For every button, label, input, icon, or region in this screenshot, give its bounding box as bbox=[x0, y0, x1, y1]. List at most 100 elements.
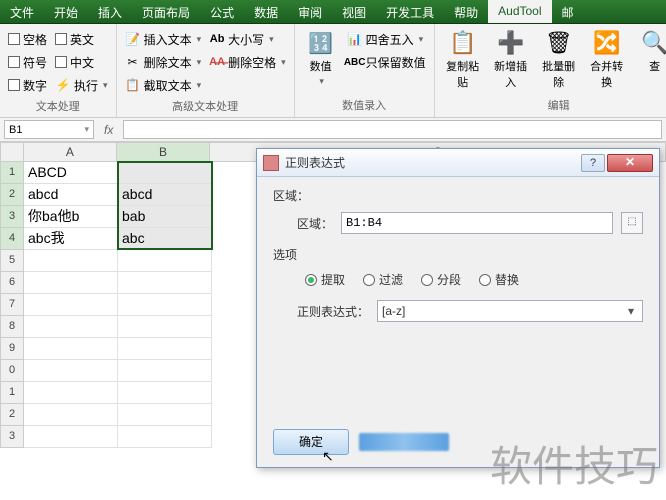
copy-paste-button[interactable]: 📋复制粘贴 bbox=[441, 28, 485, 92]
cell-a4[interactable]: abc我 bbox=[24, 228, 118, 250]
delete-text-button[interactable]: ✂删除文本▾ bbox=[123, 51, 204, 73]
chk-space[interactable]: 空格 bbox=[6, 28, 49, 50]
cell[interactable] bbox=[24, 426, 118, 448]
cell-a3[interactable]: 你ba他b bbox=[24, 206, 118, 228]
cell[interactable] bbox=[24, 382, 118, 404]
cell-b2[interactable]: abcd bbox=[118, 184, 212, 206]
keep-number-button[interactable]: ABC只保留数值 bbox=[345, 51, 428, 73]
row-header-7[interactable]: 7 bbox=[0, 294, 24, 316]
cell-b3[interactable]: bab bbox=[118, 206, 212, 228]
trim-icon: A̶A̶ bbox=[209, 54, 225, 70]
cell-a1[interactable]: ABCD bbox=[24, 162, 118, 184]
insert-text-icon: 📝 bbox=[125, 31, 141, 47]
col-header-a[interactable]: A bbox=[24, 142, 117, 162]
dialog-help-button[interactable]: ? bbox=[581, 154, 605, 172]
tab-review[interactable]: 审阅 bbox=[288, 0, 332, 23]
cell[interactable] bbox=[24, 338, 118, 360]
radio-segment[interactable]: 分段 bbox=[421, 271, 461, 288]
add-insert-button[interactable]: ➕新增插入 bbox=[489, 28, 533, 92]
dialog-close-button[interactable]: ✕ bbox=[607, 154, 653, 172]
cell[interactable] bbox=[118, 272, 212, 294]
cell[interactable] bbox=[118, 382, 212, 404]
row-header-10[interactable]: 0 bbox=[0, 360, 24, 382]
insert-text-button[interactable]: 📝插入文本▾ bbox=[123, 28, 204, 50]
group-number-label: 数值录入 bbox=[301, 95, 428, 113]
row-header-4[interactable]: 4 bbox=[0, 228, 24, 250]
merge-icon: 🔀 bbox=[591, 30, 623, 56]
cell-a2[interactable]: abcd bbox=[24, 184, 118, 206]
regex-combo[interactable]: [a-z] ▾ bbox=[377, 300, 643, 322]
keepnum-icon: ABC bbox=[347, 54, 363, 70]
row-header-12[interactable]: 2 bbox=[0, 404, 24, 426]
delete-text-icon: ✂ bbox=[125, 54, 141, 70]
row-header-13[interactable]: 3 bbox=[0, 426, 24, 448]
delete-icon: 🗑 bbox=[543, 30, 575, 56]
row-header-8[interactable]: 8 bbox=[0, 316, 24, 338]
row-header-2[interactable]: 2 bbox=[0, 184, 24, 206]
number-button[interactable]: 🔢 数值▾ bbox=[301, 28, 341, 89]
tab-view[interactable]: 视图 bbox=[332, 0, 376, 23]
tab-mail[interactable]: 邮 bbox=[552, 0, 584, 23]
merge-convert-button[interactable]: 🔀合并转换 bbox=[585, 28, 629, 92]
name-box[interactable]: B1▾ bbox=[4, 120, 94, 139]
tab-insert[interactable]: 插入 bbox=[88, 0, 132, 23]
chk-chinese[interactable]: 中文 bbox=[53, 51, 110, 73]
tab-file[interactable]: 文件 bbox=[0, 0, 44, 23]
radio-extract[interactable]: 提取 bbox=[305, 271, 345, 288]
dialog-titlebar[interactable]: 正则表达式 ? ✕ bbox=[257, 149, 659, 177]
tab-home[interactable]: 开始 bbox=[44, 0, 88, 23]
row-header-11[interactable]: 1 bbox=[0, 382, 24, 404]
formula-bar: B1▾ fx bbox=[0, 118, 666, 142]
fx-icon[interactable]: fx bbox=[98, 123, 119, 137]
col-header-b[interactable]: B bbox=[117, 142, 210, 162]
options-section-label: 选项 bbox=[273, 246, 643, 263]
cell[interactable] bbox=[118, 338, 212, 360]
case-button[interactable]: Ab大小写▾ bbox=[207, 28, 288, 50]
chevron-down-icon[interactable]: ▾ bbox=[624, 304, 638, 318]
tab-help[interactable]: 帮助 bbox=[444, 0, 488, 23]
ok-button[interactable]: 确定 ↖ bbox=[273, 429, 349, 455]
chk-english[interactable]: 英文 bbox=[53, 28, 110, 50]
select-all-corner[interactable] bbox=[0, 142, 24, 162]
cell[interactable] bbox=[118, 316, 212, 338]
group-edit-label: 编辑 bbox=[441, 95, 666, 113]
cell[interactable] bbox=[118, 404, 212, 426]
trim-space-button[interactable]: A̶A̶删除空格▾ bbox=[207, 51, 288, 73]
row-header-3[interactable]: 3 bbox=[0, 206, 24, 228]
batch-delete-button[interactable]: 🗑批量删除 bbox=[537, 28, 581, 92]
row-header-9[interactable]: 9 bbox=[0, 338, 24, 360]
cell[interactable] bbox=[118, 360, 212, 382]
formula-input[interactable] bbox=[123, 120, 662, 139]
cell[interactable] bbox=[24, 294, 118, 316]
tab-formula[interactable]: 公式 bbox=[200, 0, 244, 23]
execute-button[interactable]: ⚡执行▾ bbox=[53, 74, 110, 96]
region-ref-button[interactable]: ⬚ bbox=[621, 212, 643, 234]
tab-audtool[interactable]: AudTool bbox=[488, 0, 551, 23]
radio-filter[interactable]: 过滤 bbox=[363, 271, 403, 288]
round-button[interactable]: 📊四舍五入▾ bbox=[345, 28, 428, 50]
cell[interactable] bbox=[118, 426, 212, 448]
radio-replace[interactable]: 替换 bbox=[479, 271, 519, 288]
tab-data[interactable]: 数据 bbox=[244, 0, 288, 23]
cell[interactable] bbox=[24, 272, 118, 294]
chk-number[interactable]: 数字 bbox=[6, 74, 49, 96]
tab-dev[interactable]: 开发工具 bbox=[376, 0, 444, 23]
ribbon: 空格 符号 数字 英文 中文 ⚡执行▾ 文本处理 📝插入文本▾ ✂删除文本▾ 📋… bbox=[0, 24, 666, 118]
cell[interactable] bbox=[118, 294, 212, 316]
row-header-1[interactable]: 1 bbox=[0, 162, 24, 184]
region-input[interactable] bbox=[341, 212, 613, 234]
cell-b4[interactable]: abc bbox=[118, 228, 212, 250]
find-icon: 🔍 bbox=[639, 30, 666, 56]
row-header-5[interactable]: 5 bbox=[0, 250, 24, 272]
extract-text-button[interactable]: 📋截取文本▾ bbox=[123, 74, 204, 96]
cell-b1[interactable] bbox=[118, 162, 212, 184]
cell[interactable] bbox=[118, 250, 212, 272]
cell[interactable] bbox=[24, 404, 118, 426]
find-button[interactable]: 🔍查 bbox=[633, 28, 666, 92]
tab-layout[interactable]: 页面布局 bbox=[132, 0, 200, 23]
row-header-6[interactable]: 6 bbox=[0, 272, 24, 294]
cell[interactable] bbox=[24, 250, 118, 272]
cell[interactable] bbox=[24, 316, 118, 338]
cell[interactable] bbox=[24, 360, 118, 382]
chk-symbol[interactable]: 符号 bbox=[6, 51, 49, 73]
